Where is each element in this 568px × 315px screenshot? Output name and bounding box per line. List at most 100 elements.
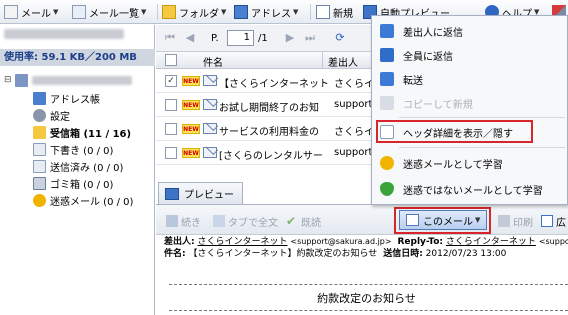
dropdown-arrow-icon: ▼ <box>141 8 147 16</box>
address-menu-label: アドレス <box>251 8 291 20</box>
check-icon: ✔ <box>286 214 297 228</box>
body-title: 約款改定のお知らせ <box>317 292 416 305</box>
sidebar-item-label: 受信箱 (11 / 16) <box>50 128 132 140</box>
row-subject: サービスの利用料金の <box>219 127 319 138</box>
mark-read-label: 既読 <box>301 217 321 229</box>
sidebar-item-label: 下書き (0 / 0) <box>50 145 114 157</box>
sidebar-item-label: 迷惑メール (0 / 0) <box>50 196 134 208</box>
spam-icon <box>33 193 46 207</box>
envelope-icon <box>203 75 217 86</box>
highlight-outline <box>376 120 533 143</box>
subject-value: 【さくらインターネット】約款改定のお知らせ <box>188 249 378 259</box>
first-page-icon[interactable]: ⏮ <box>164 32 176 44</box>
continue-label: 続き <box>181 217 201 229</box>
print-button[interactable]: 印刷 <box>498 213 533 229</box>
mail-list-menu-label: メール一覧 <box>89 8 139 20</box>
sidebar-item-sent[interactable]: 送信済み (0 / 0) <box>33 158 123 174</box>
account-icon <box>14 73 28 87</box>
collapse-icon[interactable]: ⊟ <box>4 75 12 85</box>
sidebar-item-address-book[interactable]: アドレス帳 <box>33 90 100 106</box>
from-link[interactable]: さくらインターネット <box>197 237 287 247</box>
page-number-input[interactable]: 1 <box>227 30 254 46</box>
refresh-icon[interactable]: ⟳ <box>334 32 346 44</box>
row-subject: [さくらのレンタルサー <box>219 151 323 162</box>
prev-page-icon[interactable]: ◀ <box>184 32 196 44</box>
reply-icon <box>380 24 394 38</box>
down-arrow-icon <box>166 215 178 227</box>
shield-check-icon <box>380 182 394 196</box>
table-row[interactable]: ✓ NEW 【さくらインターネット】約 さくらイン <box>156 69 381 93</box>
table-row[interactable]: NEW お試し期間終了のお知 support@ <box>156 93 381 117</box>
date-value: 2012/07/23 13:00 <box>425 249 507 259</box>
envelope-icon <box>203 123 217 134</box>
select-all-checkbox[interactable] <box>165 54 177 66</box>
folder-menu-label: フォルダ <box>179 8 219 20</box>
reply-to-address: <support@s <box>538 237 568 246</box>
mail-list-header: 件名 差出人 <box>156 52 381 69</box>
menu-item-reply-all[interactable]: 全員に返信 <box>372 44 567 66</box>
table-row[interactable]: NEW サービスの利用料金の さくらイン <box>156 117 381 141</box>
row-subject: 【さくらインターネット】約 <box>219 79 329 90</box>
account-email-redacted <box>4 29 124 39</box>
mail-list: 件名 差出人 ✓ NEW 【さくらインターネット】約 さくらイン NEW お試し… <box>156 52 381 177</box>
continue-button[interactable]: 続き <box>166 213 201 229</box>
sidebar-item-label: アドレス帳 <box>50 94 100 106</box>
mark-read-button[interactable]: ✔ 既読 <box>286 213 321 229</box>
menu-item-label: 差出人に返信 <box>403 27 463 39</box>
sent-icon <box>33 159 46 173</box>
address-menu-button[interactable]: アドレス ▼ <box>234 3 298 21</box>
sidebar-item-drafts[interactable]: 下書き (0 / 0) <box>33 141 113 157</box>
menu-item-learn-spam[interactable]: 迷惑メールとして学習 <box>372 152 567 174</box>
sidebar-item-inbox[interactable]: 受信箱 (11 / 16) <box>33 124 132 140</box>
next-page-icon[interactable]: ▶ <box>284 32 296 44</box>
envelope-icon <box>203 99 217 110</box>
address-book-icon <box>33 91 46 105</box>
mail-menu-button[interactable]: メール ▼ <box>4 3 58 21</box>
envelope-icon <box>203 147 217 158</box>
spam-icon <box>380 156 394 170</box>
menu-item-learn-not-spam[interactable]: 迷惑ではないメールとして学習 <box>372 178 567 200</box>
folder-menu-button[interactable]: フォルダ ▼ <box>162 3 226 21</box>
dropdown-arrow-icon: ▼ <box>53 8 59 16</box>
open-in-tab-button[interactable]: タブで全文 <box>213 213 278 229</box>
new-mail-button[interactable]: 新規 <box>316 3 353 21</box>
from-column-header[interactable]: 差出人 <box>328 54 358 69</box>
this-mail-context-menu: 差出人に返信 全員に返信 転送 コピーして新規 ヘッダ詳細を表示／隠す 迷惑メー… <box>371 15 568 205</box>
row-checkbox[interactable] <box>165 147 177 159</box>
mail-header: 差出人: さくらインターネット <support@sakura.ad.jp> R… <box>156 236 568 266</box>
menu-item-forward[interactable]: 転送 <box>372 68 567 90</box>
row-checkbox[interactable] <box>165 99 177 111</box>
mail-icon <box>4 5 18 19</box>
reply-to-label: Reply-To: <box>397 237 444 247</box>
account-root[interactable]: ⊟ <box>4 72 132 88</box>
subject-line: 件名: 【さくらインターネット】約款改定のお知らせ 送信日時: 2012/07/… <box>164 248 506 260</box>
expand-button[interactable]: 広 <box>541 213 566 229</box>
expand-label: 広 <box>556 217 566 229</box>
row-checkbox[interactable] <box>165 123 177 135</box>
last-page-icon[interactable]: ⏭ <box>304 32 316 44</box>
trash-icon <box>33 176 46 190</box>
menu-item-label: 迷惑メールとして学習 <box>403 159 503 171</box>
table-row[interactable]: NEW [さくらのレンタルサー support@ <box>156 141 381 165</box>
mail-list-menu-button[interactable]: メール一覧 ▼ <box>72 3 146 21</box>
tab-preview-label: プレビュー <box>184 190 234 201</box>
from-line: 差出人: さくらインターネット <support@sakura.ad.jp> R… <box>164 236 568 248</box>
drafts-icon <box>33 142 46 156</box>
menu-item-reply[interactable]: 差出人に返信 <box>372 20 567 42</box>
divider <box>169 310 568 311</box>
plus-icon <box>213 215 225 227</box>
menu-item-label: 迷惑ではないメールとして学習 <box>403 185 543 197</box>
subject-column-header[interactable]: 件名 <box>203 54 223 69</box>
menu-item-label: 全員に返信 <box>403 51 453 63</box>
sidebar-item-trash[interactable]: ゴミ箱 (0 / 0) <box>33 175 113 191</box>
new-badge: NEW <box>182 148 200 158</box>
page-total: /1 <box>258 33 268 44</box>
row-checkbox[interactable]: ✓ <box>165 75 177 87</box>
tab-preview[interactable]: プレビュー <box>158 182 243 204</box>
reply-to-link[interactable]: さくらインターネット <box>446 237 536 247</box>
sidebar-item-label: 送信済み (0 / 0) <box>50 162 124 174</box>
menu-item-label: コピーして新規 <box>403 99 473 111</box>
account-name-redacted <box>31 75 132 85</box>
sidebar-item-settings[interactable]: 設定 <box>33 107 70 123</box>
sidebar-item-spam[interactable]: 迷惑メール (0 / 0) <box>33 192 133 208</box>
